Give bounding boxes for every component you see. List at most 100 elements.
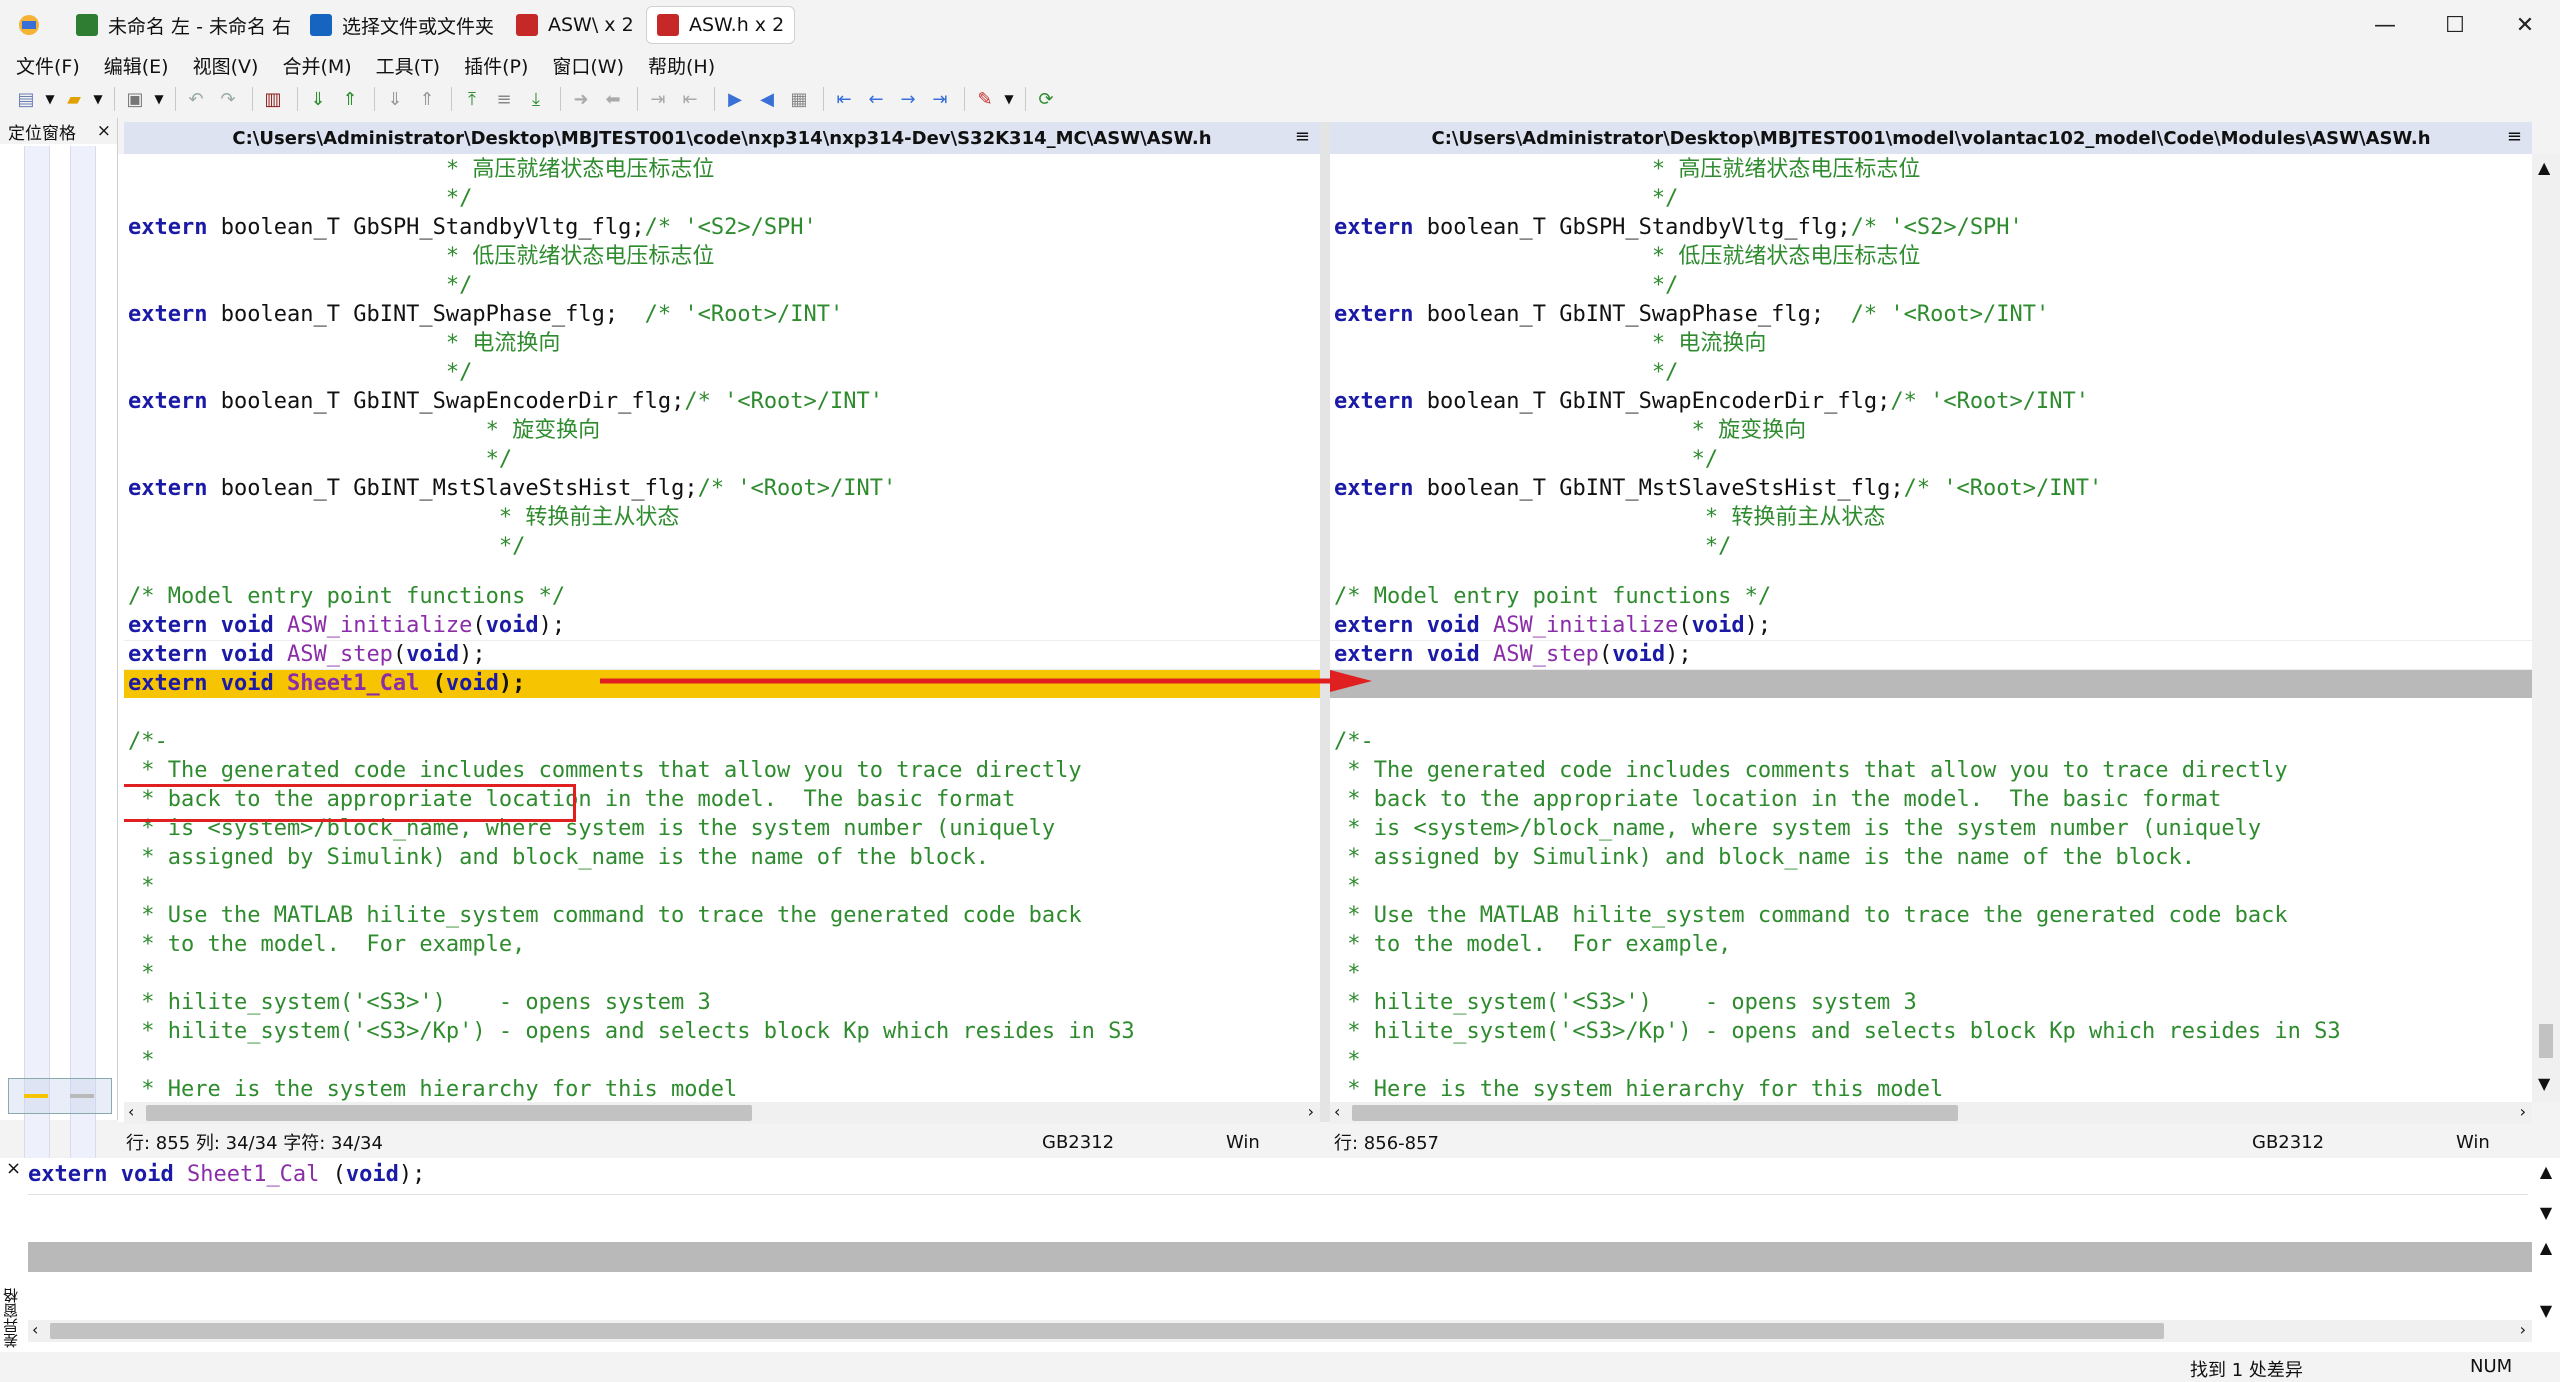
code-line[interactable]: * to the model. For example, [1330, 931, 2532, 959]
pane-menu-icon[interactable]: ≡ [1295, 126, 1310, 147]
code-line[interactable]: * 电流换向 [124, 330, 1320, 358]
diff-detail-pane[interactable]: × extern void Sheet1_Cal (void); ▲ ▼ ▲ ▼… [0, 1158, 2560, 1358]
code-line[interactable]: * [124, 873, 1320, 901]
code-line[interactable]: extern boolean_T GbSPH_StandbyVltg_flg;/… [124, 214, 1320, 242]
code-line[interactable]: * Use the MATLAB hilite_system command t… [124, 902, 1320, 930]
copy-right-icon[interactable]: ➜ [567, 85, 595, 113]
next-diff-icon[interactable]: ⇓ [304, 85, 332, 113]
pane-menu-icon[interactable]: ≡ [2507, 126, 2522, 147]
code-line[interactable]: * 高压就绪状态电压标志位 [1330, 156, 2532, 184]
goto-left-icon[interactable]: ⇤ [830, 85, 858, 113]
left-horizontal-scrollbar[interactable]: ‹ › [124, 1102, 1320, 1124]
scroll-thumb[interactable] [50, 1323, 2164, 1339]
scroll-down-icon[interactable]: ▼ [2532, 1203, 2560, 1222]
scroll-up-icon[interactable]: ▲ [2532, 1238, 2560, 1257]
options-icon[interactable]: ✎ [971, 85, 999, 113]
code-line[interactable]: extern boolean_T GbINT_SwapEncoderDir_fl… [124, 388, 1320, 416]
code-line[interactable]: * assigned by Simulink) and block_name i… [124, 844, 1320, 872]
dropdown-arrow-icon[interactable]: ▼ [1003, 85, 1015, 113]
code-line[interactable]: * [124, 1047, 1320, 1075]
code-line[interactable]: * Here is the system hierarchy for this … [1330, 1076, 2532, 1104]
scroll-up-icon[interactable]: ▲ [2532, 1162, 2560, 1181]
app-icon[interactable] [16, 12, 42, 38]
code-line[interactable]: * 转换前主从状态 [1330, 504, 2532, 532]
code-line[interactable]: * Use the MATLAB hilite_system command t… [1330, 902, 2532, 930]
pane-splitter[interactable] [1320, 122, 1330, 1122]
vertical-scrollbar[interactable]: ▲ ▼ [2532, 154, 2560, 1102]
code-line[interactable]: * Here is the system hierarchy for this … [124, 1076, 1320, 1104]
menu-tools[interactable]: 工具(T) [360, 52, 448, 79]
redo-icon[interactable]: ↷ [214, 85, 242, 113]
code-line[interactable]: */ [1330, 272, 2532, 300]
scroll-left-icon[interactable]: ‹ [1334, 1102, 1340, 1121]
undo-icon[interactable]: ↶ [182, 85, 210, 113]
print-icon[interactable]: ▥ [259, 85, 287, 113]
code-line[interactable]: * 高压就绪状态电压标志位 [124, 156, 1320, 184]
diff-detail-left[interactable]: extern void Sheet1_Cal (void); [28, 1160, 2528, 1194]
diff-detail-right[interactable] [28, 1242, 2532, 1272]
maximize-button[interactable]: ☐ [2420, 0, 2490, 50]
code-line[interactable]: */ [1330, 359, 2532, 387]
code-line[interactable]: */ [124, 446, 1320, 474]
code-line[interactable]: /*- [124, 728, 1320, 756]
tab-untitled[interactable]: 未命名 左 - 未命名 右 [66, 6, 301, 44]
code-line[interactable]: extern boolean_T GbINT_MstSlaveStsHist_f… [1330, 475, 2532, 503]
code-line[interactable]: * The generated code includes comments t… [124, 757, 1320, 785]
next-conflict-icon[interactable]: ⇓ [381, 85, 409, 113]
code-line[interactable]: */ [1330, 185, 2532, 213]
new-file-icon[interactable]: ▤ [12, 85, 40, 113]
copy-all-right-icon[interactable]: ▶ [721, 85, 749, 113]
code-line[interactable]: * 电流换向 [1330, 330, 2532, 358]
right-code-area[interactable]: * 高压就绪状态电压标志位 */extern boolean_T GbSPH_S… [1330, 154, 2532, 1122]
copy-all-left-icon[interactable]: ◀ [753, 85, 781, 113]
scroll-thumb[interactable] [1352, 1105, 1958, 1121]
dropdown-arrow-icon[interactable]: ▼ [44, 85, 56, 113]
vertical-scrollbar[interactable]: ▲ ▼ [2532, 1238, 2560, 1328]
code-line[interactable]: * hilite_system('<S3>') - opens system 3 [124, 989, 1320, 1017]
code-line[interactable]: /* Model entry point functions */ [1330, 583, 2532, 611]
scroll-down-icon[interactable]: ▼ [2532, 1301, 2560, 1320]
scroll-right-icon[interactable]: › [2520, 1320, 2526, 1339]
code-line[interactable]: * hilite_system('<S3>/Kp') - opens and s… [1330, 1018, 2532, 1046]
code-line[interactable]: * 低压就绪状态电压标志位 [1330, 243, 2532, 271]
code-line[interactable]: * [1330, 1047, 2532, 1075]
code-line[interactable]: */ [124, 272, 1320, 300]
scroll-down-icon[interactable]: ▼ [2538, 1074, 2550, 1093]
scroll-left-icon[interactable]: ‹ [32, 1320, 38, 1339]
code-line[interactable] [124, 699, 1320, 727]
close-icon[interactable]: × [6, 1158, 21, 1179]
tab-asw-h[interactable]: ASW.h x 2 [646, 6, 796, 44]
code-line[interactable]: extern boolean_T GbINT_MstSlaveStsHist_f… [124, 475, 1320, 503]
right-editor-pane[interactable]: C:\Users\Administrator\Desktop\MBJTEST00… [1330, 122, 2532, 1122]
code-line[interactable]: extern boolean_T GbINT_SwapPhase_flg; /*… [1330, 301, 2532, 329]
tab-select-files[interactable]: 选择文件或文件夹 [300, 6, 504, 44]
code-line[interactable]: * The generated code includes comments t… [1330, 757, 2532, 785]
code-line[interactable]: */ [124, 185, 1320, 213]
scroll-left-icon[interactable]: ‹ [128, 1102, 134, 1121]
goto-right-icon[interactable]: → [894, 85, 922, 113]
last-diff-icon[interactable]: ⤓ [522, 85, 550, 113]
vertical-scrollbar[interactable]: ▲ ▼ [2532, 1162, 2560, 1232]
code-line[interactable]: * 转换前主从状态 [124, 504, 1320, 532]
close-button[interactable]: ✕ [2490, 0, 2560, 50]
close-icon[interactable]: × [97, 121, 111, 141]
code-line[interactable]: * [1330, 960, 2532, 988]
menu-edit[interactable]: 编辑(E) [88, 52, 177, 79]
code-line[interactable]: extern void ASW_step(void); [1330, 641, 2532, 670]
menu-help[interactable]: 帮助(H) [632, 52, 723, 79]
code-line[interactable]: * 旋变换向 [1330, 417, 2532, 445]
copy-right-advance-icon[interactable]: ⇥ [644, 85, 672, 113]
code-line[interactable]: * 旋变换向 [124, 417, 1320, 445]
code-line[interactable]: * 低压就绪状态电压标志位 [124, 243, 1320, 271]
code-line[interactable] [1330, 554, 2532, 582]
left-editor-pane[interactable]: C:\Users\Administrator\Desktop\MBJTEST00… [124, 122, 1320, 1122]
code-line[interactable]: * [1330, 873, 2532, 901]
prev-diff-icon[interactable]: ⇑ [336, 85, 364, 113]
code-line[interactable]: extern void ASW_initialize(void); [1330, 612, 2532, 641]
code-line[interactable] [1330, 670, 2532, 698]
left-code-area[interactable]: * 高压就绪状态电压标志位 */extern boolean_T GbSPH_S… [124, 154, 1320, 1122]
code-line[interactable]: extern boolean_T GbINT_SwapPhase_flg; /*… [124, 301, 1320, 329]
bottom-horizontal-scrollbar[interactable]: ‹ › [28, 1320, 2532, 1342]
code-line[interactable]: * back to the appropriate location in th… [1330, 786, 2532, 814]
dropdown-arrow-icon[interactable]: ▼ [153, 85, 165, 113]
